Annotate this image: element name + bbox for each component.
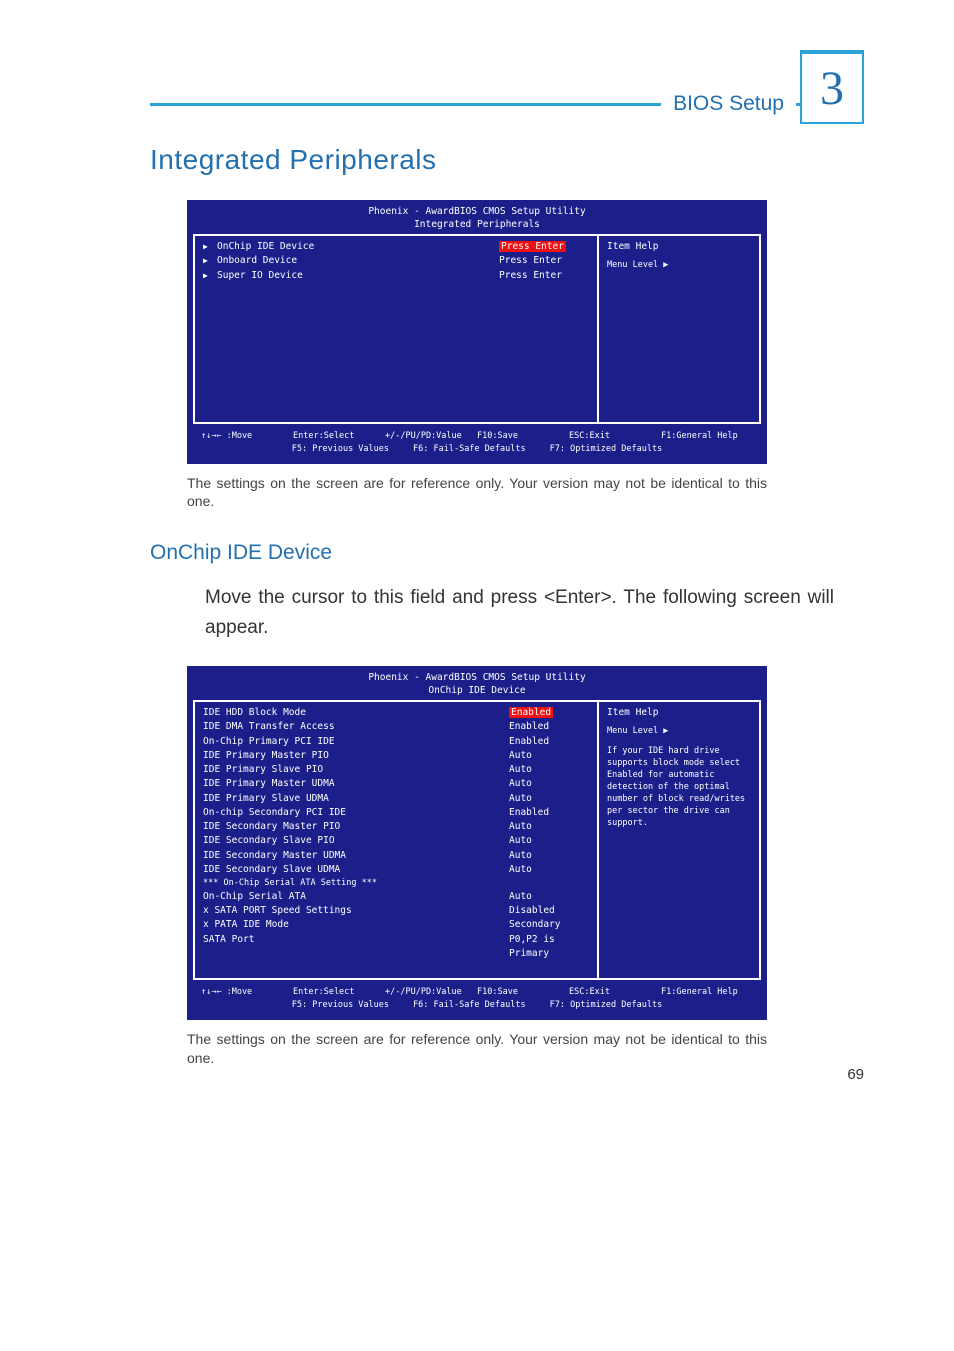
setting-onchip-sata[interactable]: On-Chip Serial ATAAuto: [203, 890, 589, 904]
section-header-sata: *** On-Chip Serial ATA Setting ***: [203, 877, 589, 890]
key-hint-exit: ESC:Exit: [569, 430, 661, 443]
setting-secondary-master-udma[interactable]: IDE Secondary Master UDMAAuto: [203, 849, 589, 863]
help-text: If your IDE hard drive supports block mo…: [607, 746, 751, 829]
bios-title: Phoenix - AwardBIOS CMOS Setup Utility: [193, 206, 761, 217]
key-hint-value: +/-/PU/PD:Value: [385, 986, 477, 999]
bios-panel-peripherals: Phoenix - AwardBIOS CMOS Setup Utility I…: [187, 200, 767, 464]
menu-item-onchip-ide[interactable]: ▶ OnChip IDE Device Press Enter: [203, 240, 589, 254]
setting-secondary-master-pio[interactable]: IDE Secondary Master PIOAuto: [203, 820, 589, 834]
key-hint-prev: F5: Previous Values: [292, 443, 389, 456]
help-title: Item Help: [607, 240, 751, 254]
bios-footer: ↑↓→← :Move Enter:Select +/-/PU/PD:Value …: [193, 424, 761, 458]
triangle-icon: ▶: [203, 270, 211, 282]
triangle-icon: ▶: [203, 241, 211, 253]
setting-primary-master-pio[interactable]: IDE Primary Master PIOAuto: [203, 749, 589, 763]
help-level: Menu Level ▶: [607, 260, 751, 272]
key-hint-optimized: F7: Optimized Defaults: [550, 999, 663, 1012]
menu-value: Press Enter: [499, 254, 589, 268]
setting-sata-port-speed: x SATA PORT Speed SettingsDisabled: [203, 904, 589, 918]
menu-label: Super IO Device: [217, 269, 493, 283]
key-hint-optimized: F7: Optimized Defaults: [550, 443, 663, 456]
bios-main-area: ▶ OnChip IDE Device Press Enter ▶ Onboar…: [195, 236, 599, 422]
bios-subtitle: OnChip IDE Device: [193, 685, 761, 696]
key-hint-failsafe: F6: Fail-Safe Defaults: [413, 443, 526, 456]
menu-value: Press Enter: [499, 241, 566, 252]
setting-secondary-pci-ide[interactable]: On-chip Secondary PCI IDEEnabled: [203, 806, 589, 820]
setting-secondary-slave-udma[interactable]: IDE Secondary Slave UDMAAuto: [203, 863, 589, 877]
figure-caption: The settings on the screen are for refer…: [187, 474, 767, 512]
page-header: BIOS Setup 3: [150, 50, 864, 114]
key-hint-save: F10:Save: [477, 430, 569, 443]
menu-item-super-io[interactable]: ▶ Super IO Device Press Enter: [203, 269, 589, 283]
chapter-number-box: 3: [800, 50, 864, 124]
key-hint-save: F10:Save: [477, 986, 569, 999]
setting-hdd-block-mode[interactable]: IDE HDD Block ModeEnabled: [203, 706, 589, 720]
bios-subtitle: Integrated Peripherals: [193, 219, 761, 230]
menu-value: Press Enter: [499, 269, 589, 283]
bios-help-panel: Item Help Menu Level ▶ If your IDE hard …: [599, 702, 759, 978]
key-hint-value: +/-/PU/PD:Value: [385, 430, 477, 443]
key-hint-help: F1:General Help: [661, 430, 753, 443]
key-hint-move: ↑↓→← :Move: [201, 430, 293, 443]
key-hint-help: F1:General Help: [661, 986, 753, 999]
bios-footer: ↑↓→← :Move Enter:Select +/-/PU/PD:Value …: [193, 980, 761, 1014]
setting-secondary-slave-pio[interactable]: IDE Secondary Slave PIOAuto: [203, 834, 589, 848]
page-number: 69: [847, 1066, 864, 1083]
sub-heading-onchip-ide: OnChip IDE Device: [150, 541, 864, 565]
setting-sata-port: SATA PortP0,P2 is Primary: [203, 933, 589, 962]
menu-label: Onboard Device: [217, 254, 493, 268]
body-paragraph: Move the cursor to this field and press …: [205, 583, 834, 642]
triangle-icon: ▶: [203, 255, 211, 267]
menu-label: OnChip IDE Device: [217, 240, 493, 254]
figure-caption: The settings on the screen are for refer…: [187, 1030, 767, 1068]
setting-primary-slave-pio[interactable]: IDE Primary Slave PIOAuto: [203, 763, 589, 777]
bios-help-panel: Item Help Menu Level ▶: [599, 236, 759, 422]
main-heading: Integrated Peripherals: [150, 144, 864, 176]
header-section-label: BIOS Setup: [661, 92, 796, 116]
setting-pata-ide-mode: x PATA IDE ModeSecondary: [203, 918, 589, 932]
key-hint-prev: F5: Previous Values: [292, 999, 389, 1012]
key-hint-select: Enter:Select: [293, 430, 385, 443]
key-hint-exit: ESC:Exit: [569, 986, 661, 999]
setting-primary-slave-udma[interactable]: IDE Primary Slave UDMAAuto: [203, 792, 589, 806]
help-title: Item Help: [607, 706, 751, 720]
key-hint-select: Enter:Select: [293, 986, 385, 999]
setting-primary-master-udma[interactable]: IDE Primary Master UDMAAuto: [203, 777, 589, 791]
bios-panel-onchip-ide: Phoenix - AwardBIOS CMOS Setup Utility O…: [187, 666, 767, 1020]
key-hint-move: ↑↓→← :Move: [201, 986, 293, 999]
help-level: Menu Level ▶: [607, 726, 751, 738]
setting-primary-pci-ide[interactable]: On-Chip Primary PCI IDEEnabled: [203, 735, 589, 749]
bios-title: Phoenix - AwardBIOS CMOS Setup Utility: [193, 672, 761, 683]
key-hint-failsafe: F6: Fail-Safe Defaults: [413, 999, 526, 1012]
menu-item-onboard-device[interactable]: ▶ Onboard Device Press Enter: [203, 254, 589, 268]
setting-dma-transfer[interactable]: IDE DMA Transfer AccessEnabled: [203, 720, 589, 734]
bios-main-area: IDE HDD Block ModeEnabled IDE DMA Transf…: [195, 702, 599, 978]
